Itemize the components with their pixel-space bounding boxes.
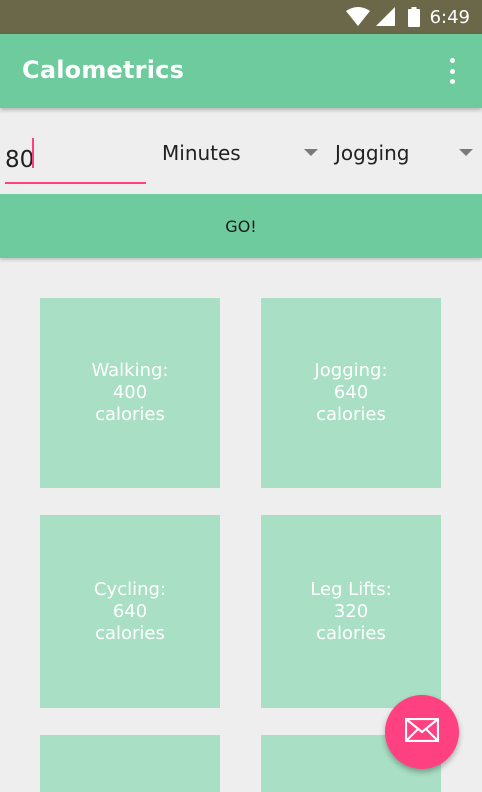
units-spinner[interactable]: Minutes — [162, 138, 322, 168]
activity-spinner-label: Jogging — [335, 141, 410, 165]
email-fab-button[interactable] — [385, 695, 459, 769]
dropdown-arrow-icon — [459, 149, 473, 156]
result-card-partial[interactable] — [40, 735, 220, 792]
activity-spinner[interactable]: Jogging — [335, 138, 477, 168]
duration-input[interactable] — [5, 138, 146, 184]
result-card-text: Leg Lifts: 320 calories — [310, 578, 392, 644]
email-icon — [404, 717, 440, 746]
dropdown-arrow-icon — [304, 149, 318, 156]
app-title: Calometrics — [22, 56, 185, 84]
result-card-walking[interactable]: Walking: 400 calories — [40, 298, 220, 488]
result-card-cycling[interactable]: Cycling: 640 calories — [40, 515, 220, 708]
cell-signal-icon — [375, 7, 396, 27]
result-card-text: Walking: 400 calories — [91, 360, 169, 425]
status-bar: 6:49 — [0, 0, 482, 34]
result-card-leg-lifts[interactable]: Leg Lifts: 320 calories — [261, 515, 441, 708]
units-spinner-label: Minutes — [162, 141, 241, 165]
result-card-text: Cycling: 640 calories — [93, 578, 167, 644]
result-card-text: Jogging: 640 calories — [314, 360, 388, 425]
go-button[interactable]: GO! — [0, 194, 482, 258]
result-card-jogging[interactable]: Jogging: 640 calories — [261, 298, 441, 488]
text-cursor — [32, 138, 34, 168]
app-bar: Calometrics — [0, 34, 482, 108]
input-row: Minutes Jogging — [0, 108, 482, 194]
status-time: 6:49 — [429, 6, 470, 28]
wifi-icon — [345, 7, 370, 27]
more-vert-icon[interactable] — [442, 58, 462, 84]
battery-icon — [407, 7, 420, 27]
